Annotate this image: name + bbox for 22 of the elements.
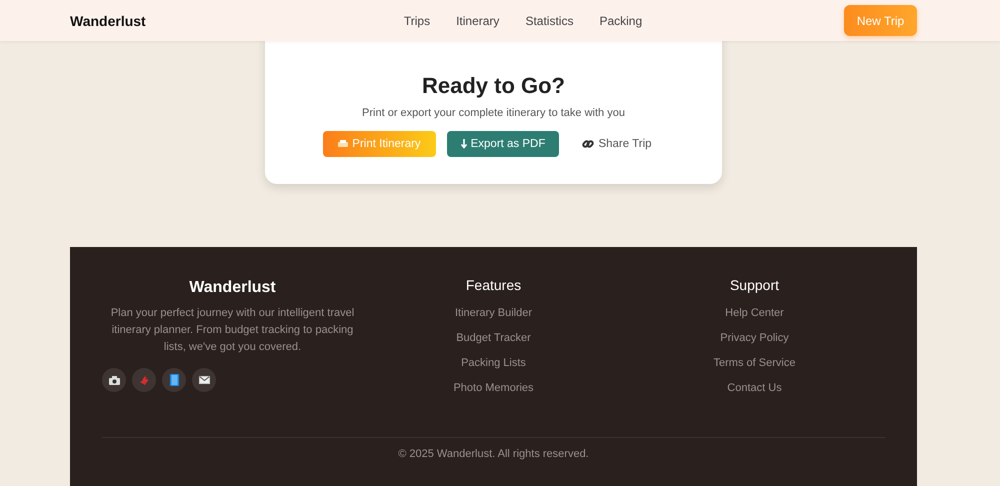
section-title: Ready to Go? <box>420 73 566 99</box>
footer-description: Plan your perfect journey with our intelligent travel itinerary planner. From budget tracking to packing lists, we've got you covered. <box>110 306 356 355</box>
brand-logo[interactable]: Wanderlust <box>70 12 370 28</box>
export-button[interactable]: Export as PDF <box>447 131 559 157</box>
footer-heading: Features <box>464 277 522 293</box>
footer-heading: Support <box>728 277 780 293</box>
footer-link[interactable]: Photo Memories <box>453 382 534 394</box>
footer-link[interactable]: Privacy Policy <box>720 332 789 344</box>
nav-link[interactable]: Trips <box>404 14 430 28</box>
footer-brand: Wanderlust <box>188 279 277 297</box>
section-subtitle: Print or export your complete itinerary to take with you <box>361 107 626 119</box>
copyright-text: © 2025 Wanderlust. All rights reserved. <box>397 448 590 460</box>
nav-link[interactable]: Packing <box>599 14 642 28</box>
footer-link[interactable]: Contact Us <box>727 382 782 394</box>
share-button[interactable]: Share Trip <box>570 131 664 157</box>
footer-link[interactable]: Packing Lists <box>461 357 526 369</box>
footer-link[interactable]: Itinerary Builder <box>454 307 532 319</box>
footer-link[interactable]: Help Center <box>725 307 784 319</box>
nav-link[interactable]: Statistics <box>525 14 574 28</box>
footer-link[interactable]: Terms of Service <box>714 357 796 369</box>
nav-link[interactable]: Itinerary <box>456 14 500 28</box>
footer-link[interactable]: Budget Tracker <box>456 332 531 344</box>
